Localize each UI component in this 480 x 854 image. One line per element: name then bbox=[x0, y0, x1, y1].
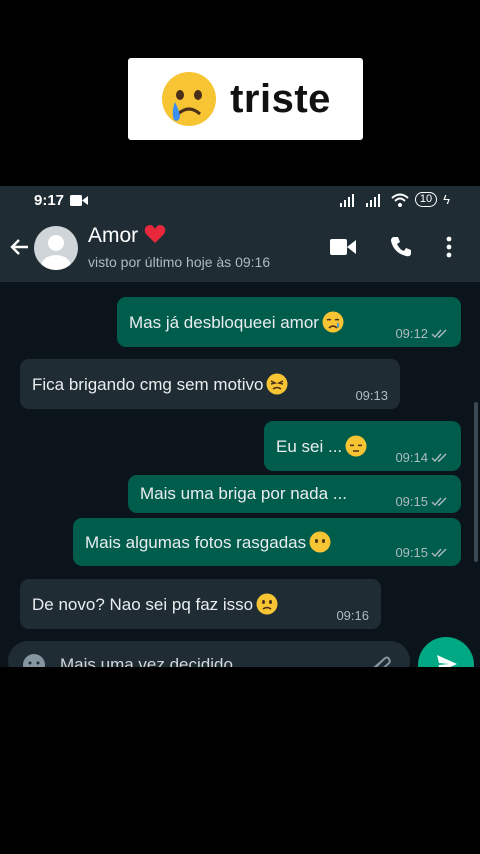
read-checkmarks-icon bbox=[431, 548, 447, 558]
message-outgoing[interactable]: Mais uma briga por nada ... 09:15 bbox=[128, 475, 461, 513]
scrollbar[interactable] bbox=[474, 402, 478, 562]
message-list[interactable]: Mas já desbloqueei amor 09:12 Fica briga… bbox=[0, 282, 480, 667]
message-time: 09:16 bbox=[336, 608, 369, 623]
message-text: Eu sei ... bbox=[276, 437, 343, 456]
crying-face-icon bbox=[322, 311, 344, 333]
more-options-icon[interactable] bbox=[446, 236, 452, 258]
message-text: Mas já desbloqueei amor bbox=[129, 313, 319, 332]
crying-face-icon bbox=[162, 72, 217, 126]
attachment-icon[interactable] bbox=[370, 653, 392, 667]
message-text: Mais algumas fotos rasgadas bbox=[85, 533, 307, 552]
read-checkmarks-icon bbox=[431, 329, 447, 339]
wifi-icon bbox=[391, 193, 409, 207]
phone-call-icon[interactable] bbox=[390, 236, 412, 258]
emoji-picker-icon[interactable] bbox=[22, 653, 46, 667]
signal-icon-2 bbox=[365, 193, 380, 207]
chat-header: Amor visto por último hoje às 09:16 bbox=[0, 214, 480, 282]
contact-avatar[interactable] bbox=[34, 226, 78, 270]
back-arrow-icon[interactable] bbox=[8, 235, 32, 259]
status-icons: 10 ϟ bbox=[339, 192, 450, 207]
persevering-face-icon bbox=[266, 373, 288, 395]
message-input[interactable]: Mais uma vez decidido bbox=[60, 655, 233, 667]
message-outgoing[interactable]: Mais algumas fotos rasgadas 09:15 bbox=[73, 518, 461, 566]
battery-icon: 10 bbox=[414, 192, 438, 207]
video-recording-icon bbox=[70, 194, 89, 206]
video-call-icon[interactable] bbox=[330, 238, 356, 256]
whatsapp-screen: 9:17 10 ϟ Amor visto por último hoje às … bbox=[0, 186, 480, 667]
message-time: 09:15 bbox=[395, 545, 428, 560]
red-heart-icon bbox=[144, 225, 166, 243]
frowning-face-icon bbox=[256, 593, 278, 615]
no-mouth-face-icon bbox=[309, 531, 331, 553]
message-outgoing[interactable]: Eu sei ... 09:14 bbox=[264, 421, 461, 471]
pensive-face-icon bbox=[345, 435, 367, 457]
message-time: 09:12 bbox=[395, 326, 428, 341]
read-checkmarks-icon bbox=[431, 453, 447, 463]
last-seen-text: visto por último hoje às 09:16 bbox=[88, 254, 271, 270]
read-checkmarks-icon bbox=[431, 497, 447, 507]
send-button[interactable] bbox=[418, 637, 474, 667]
message-text: De novo? Nao sei pq faz isso bbox=[32, 595, 254, 614]
caption-banner: triste bbox=[128, 58, 363, 140]
caption-text: triste bbox=[230, 76, 331, 121]
message-incoming[interactable]: De novo? Nao sei pq faz isso 09:16 bbox=[20, 579, 381, 629]
contact-name[interactable]: Amor bbox=[88, 224, 166, 248]
message-incoming[interactable]: Fica brigando cmg sem motivo 09:13 bbox=[20, 359, 400, 409]
message-outgoing[interactable]: Mas já desbloqueei amor 09:12 bbox=[117, 297, 461, 347]
message-time: 09:14 bbox=[395, 450, 428, 465]
status-bar: 9:17 10 ϟ bbox=[0, 186, 480, 214]
message-text: Fica brigando cmg sem motivo bbox=[32, 375, 264, 394]
status-time: 9:17 bbox=[34, 191, 65, 209]
charging-icon: ϟ bbox=[443, 192, 450, 207]
message-time: 09:13 bbox=[355, 388, 388, 403]
message-time: 09:15 bbox=[395, 494, 428, 509]
message-composer[interactable]: Mais uma vez decidido bbox=[8, 641, 410, 667]
contact-name-text: Amor bbox=[88, 224, 139, 247]
message-text: Mais uma briga por nada ... bbox=[140, 484, 347, 503]
send-icon bbox=[437, 655, 457, 667]
signal-icon bbox=[339, 193, 354, 207]
